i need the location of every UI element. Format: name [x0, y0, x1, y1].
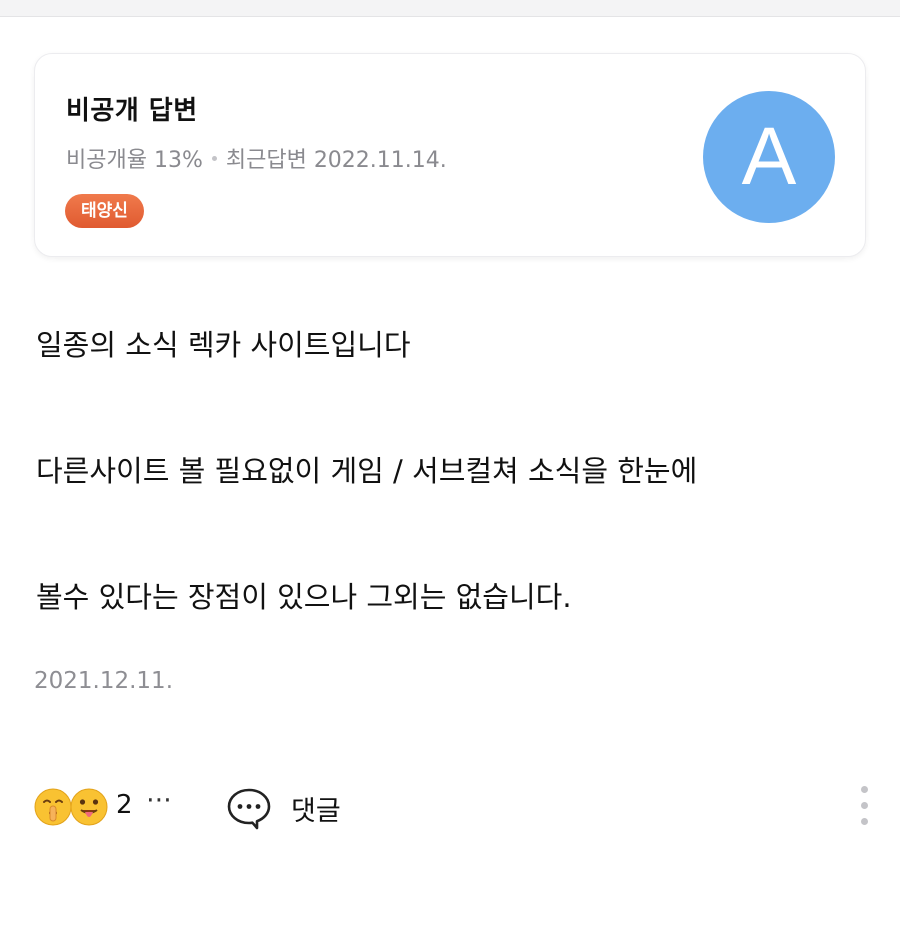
answerer-profile-card[interactable]: 비공개 답변 비공개율 13% 최근답변 2022.11.14. 태양신 A	[34, 53, 866, 257]
answer-line-3: 볼수 있다는 장점이 있으나 그외는 없습니다.	[36, 580, 572, 614]
answerer-name: 비공개 답변	[66, 96, 198, 126]
tongue-face-icon[interactable]	[70, 788, 108, 826]
comment-bubble-icon[interactable]	[226, 787, 272, 831]
private-rate: 비공개율 13%	[66, 148, 203, 173]
meta-separator-dot	[211, 155, 217, 161]
more-options-icon[interactable]	[858, 786, 870, 832]
reaction-count: 2	[116, 790, 133, 820]
more-reactions-button[interactable]: ⋯	[146, 785, 173, 815]
answer-date: 2021.12.11.	[34, 668, 173, 694]
rank-badge: 태양신	[65, 194, 144, 228]
avatar[interactable]: A	[703, 91, 835, 223]
answerer-meta: 비공개율 13% 최근답변 2022.11.14.	[66, 142, 447, 174]
shushing-face-icon[interactable]	[34, 788, 72, 826]
answer-line-1: 일종의 소식 렉카 사이트입니다	[36, 328, 411, 362]
top-bar	[0, 0, 900, 17]
answer-footer: 2 ⋯ 댓글	[34, 778, 874, 834]
answer-line-2: 다른사이트 볼 필요없이 게임 / 서브컬쳐 소식을 한눈에	[36, 454, 698, 488]
comment-button-label[interactable]: 댓글	[291, 789, 341, 828]
recent-answer-date: 최근답변 2022.11.14.	[225, 148, 447, 173]
